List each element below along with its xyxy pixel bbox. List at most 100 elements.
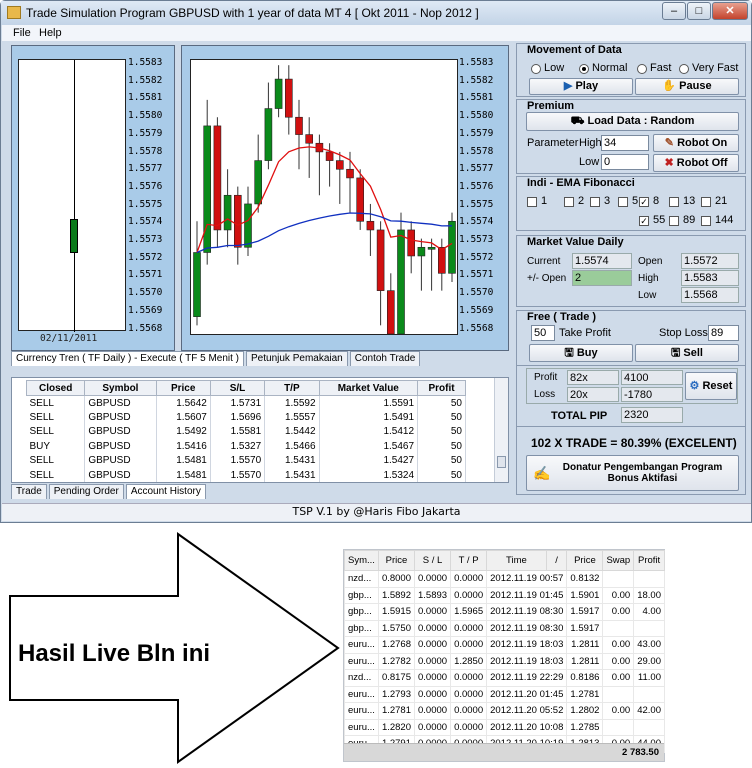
- ema-144-checkbox[interactable]: [701, 216, 711, 226]
- speed-very-fast-radio[interactable]: [679, 64, 689, 74]
- ema-21-checkbox[interactable]: [701, 197, 711, 207]
- table-cell: 1.5491: [319, 410, 419, 425]
- minimize-button[interactable]: –: [662, 2, 686, 20]
- robot-on-button[interactable]: ✎ Robot On: [653, 134, 739, 152]
- load-data-button[interactable]: ⛟ Load Data : Random: [526, 112, 739, 131]
- movement-title: Movement of Data: [527, 44, 622, 56]
- table-cell: 1.5442: [264, 424, 320, 439]
- table-cell: 50: [417, 453, 466, 468]
- price-tick: 1.5576: [459, 180, 494, 192]
- close-button[interactable]: ✕: [712, 2, 748, 20]
- price-tick: 1.5581: [459, 92, 494, 104]
- table-row[interactable]: SELL GBPUSD 1.5607 1.5696 1.5557 1.5491 50: [26, 410, 466, 425]
- donate-button[interactable]: Donatur Pengembangan Program Bonus Aktif…: [526, 455, 739, 491]
- ema-89-checkbox[interactable]: [669, 216, 679, 226]
- price-tick: 1.5573: [459, 234, 494, 245]
- speed-fast-radio[interactable]: [637, 64, 647, 74]
- history-row: gbp... 1.5750 0.0000 0.0000 2012.11.19 08:30…: [344, 619, 665, 637]
- price-tick: 1.5573: [128, 234, 163, 245]
- history-column-header[interactable]: Profit: [633, 550, 665, 571]
- table-row[interactable]: SELL GBPUSD 1.5642 1.5731 1.5592 1.5591 50: [26, 395, 466, 410]
- tab-petunjuk[interactable]: Petunjuk Pemakaian: [246, 351, 348, 366]
- tab-currency-trend[interactable]: Currency Tren ( TF Daily ) - Execute ( T…: [11, 351, 245, 366]
- ema-55-label: 55: [653, 214, 666, 226]
- ema-13-checkbox[interactable]: [669, 197, 679, 207]
- history-cell: euru...: [344, 718, 379, 736]
- ema-8-checkbox[interactable]: ✓: [639, 197, 649, 207]
- history-cell: 1.2781: [377, 702, 416, 720]
- history-column-header[interactable]: T / P: [450, 550, 488, 571]
- table-row[interactable]: BUY GBPUSD 1.5416 1.5327 1.5466 1.5467 50: [26, 439, 466, 454]
- robot-off-button[interactable]: ✖ Robot Off: [653, 154, 739, 172]
- high-param-label: High: [579, 137, 602, 149]
- tab-account-history[interactable]: Account History: [125, 484, 206, 499]
- take-profit-input[interactable]: 50: [531, 325, 555, 341]
- history-column-header[interactable]: Swap: [602, 550, 635, 571]
- table-cell: 1.5467: [319, 439, 419, 454]
- column-header[interactable]: Symbol: [84, 380, 157, 396]
- sell-button[interactable]: 🖫 Sell: [635, 344, 739, 362]
- high-param-input[interactable]: 34: [601, 135, 649, 151]
- column-header[interactable]: S/L: [209, 380, 266, 396]
- history-column-header[interactable]: Price: [377, 550, 416, 571]
- table-cell: 1.5731: [210, 395, 266, 410]
- table-row[interactable]: SELL GBPUSD 1.5481 1.5570 1.5431 1.5427 50: [26, 453, 466, 468]
- history-cell: 0.8000: [377, 570, 416, 588]
- column-header[interactable]: Price: [155, 380, 211, 396]
- history-cell: 0.0000: [413, 652, 452, 670]
- history-column-header[interactable]: Price: [566, 550, 604, 571]
- history-cell: 0.0000: [413, 636, 452, 654]
- history-cell: 43.00: [633, 636, 665, 654]
- ema-55-checkbox[interactable]: ✓: [639, 216, 649, 226]
- speed-normal-radio[interactable]: [579, 64, 589, 74]
- column-header[interactable]: Closed: [25, 380, 86, 396]
- intraday-chart-plot: [190, 59, 458, 335]
- intraday-chart-pane: 1.5583 1.5582 1.5581 1.5580 1.5579 1.5578 1.55…: [181, 45, 509, 351]
- plus-minus-open-value: 2: [572, 270, 632, 286]
- column-header[interactable]: T/P: [264, 380, 320, 396]
- column-header[interactable]: Profit: [417, 380, 466, 396]
- history-cell: 2012.11.19 22:29: [486, 669, 568, 687]
- tab-trade[interactable]: Trade: [11, 484, 47, 499]
- tab-pending-order[interactable]: Pending Order: [48, 484, 124, 499]
- scroll-thumb[interactable]: [497, 456, 506, 468]
- ema-1-checkbox[interactable]: [527, 197, 537, 207]
- ema-5-checkbox[interactable]: [618, 197, 628, 207]
- reset-button[interactable]: ⚙ Reset: [685, 372, 737, 400]
- tab-contoh-trade[interactable]: Contoh Trade: [349, 351, 421, 366]
- pause-button[interactable]: ✋ Pause: [635, 78, 739, 95]
- price-tick: 1.5574: [459, 216, 494, 228]
- bear-candle: [325, 151, 334, 161]
- bull-candle: [274, 78, 283, 109]
- history-column-header[interactable]: S / L: [413, 550, 452, 571]
- low-param-input[interactable]: 0: [601, 154, 649, 170]
- speed-low-radio[interactable]: [531, 64, 541, 74]
- history-cell: 0.8132: [566, 570, 604, 588]
- scrollbar[interactable]: [494, 378, 508, 482]
- menu-file[interactable]: File: [13, 27, 31, 39]
- column-header[interactable]: Market Value: [318, 380, 419, 396]
- history-column-header[interactable]: Sym...: [344, 550, 379, 571]
- maximize-button[interactable]: □: [687, 2, 711, 20]
- history-cell: 0.0000: [413, 685, 452, 703]
- market-title: Market Value Daily: [527, 236, 624, 248]
- daily-chart-plot: [18, 59, 126, 332]
- table-cell: SELL: [26, 424, 86, 439]
- history-row: nzd... 0.8000 0.0000 0.0000 2012.11.19 00:57…: [344, 570, 665, 588]
- play-label: Play: [575, 80, 599, 92]
- menu-help[interactable]: Help: [39, 27, 62, 39]
- history-column-header[interactable]: /: [545, 550, 568, 571]
- play-button[interactable]: ▶ Play: [529, 78, 633, 95]
- history-column-header[interactable]: Time: [486, 550, 547, 571]
- price-tick: 1.5572: [128, 251, 163, 263]
- ema-3-checkbox[interactable]: [590, 197, 600, 207]
- history-cell: 2012.11.19 18:03: [486, 636, 568, 654]
- table-row[interactable]: SELL GBPUSD 1.5492 1.5581 1.5442 1.5412 50: [26, 424, 466, 439]
- premium-title: Premium: [527, 100, 575, 112]
- ema-2-checkbox[interactable]: [564, 197, 574, 207]
- table-row[interactable]: SELL GBPUSD 1.5481 1.5570 1.5431 1.5324 50: [26, 468, 466, 482]
- buy-button[interactable]: 🖫 Buy: [529, 344, 633, 362]
- history-cell: 1.5917: [566, 603, 604, 621]
- stop-loss-input[interactable]: 89: [708, 325, 739, 341]
- bull-candle: [417, 246, 426, 257]
